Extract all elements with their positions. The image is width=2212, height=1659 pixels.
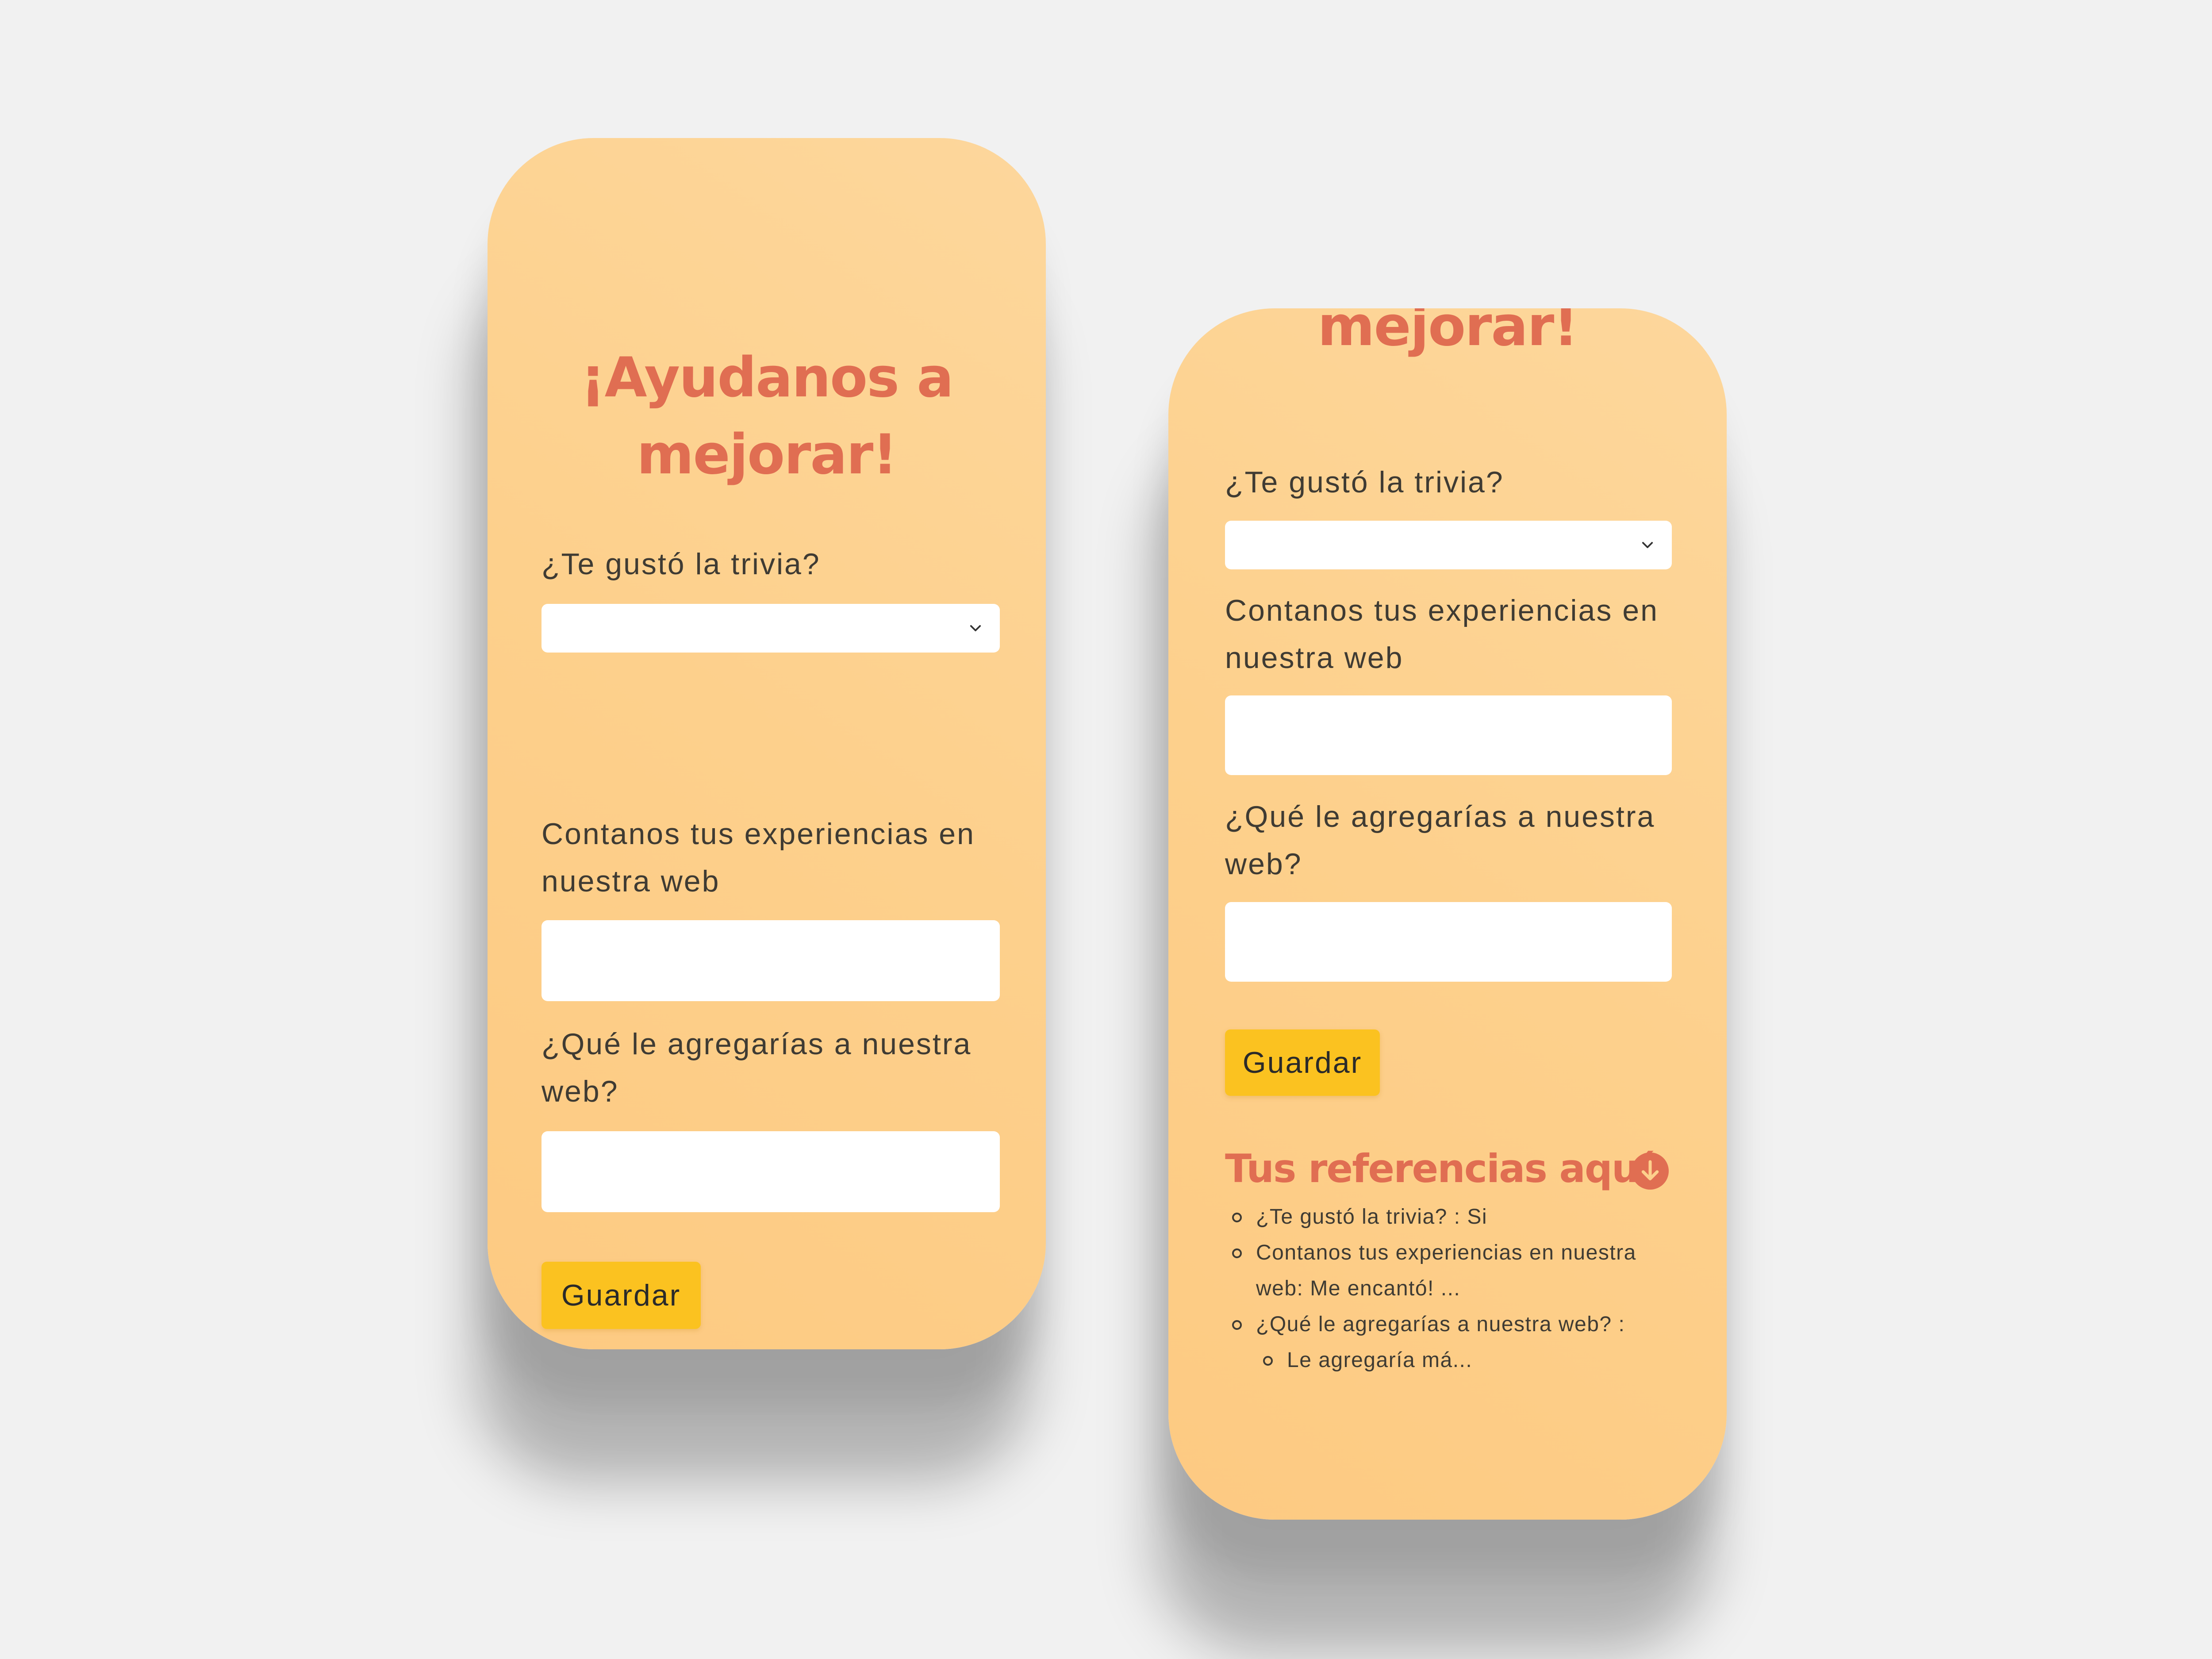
additions-question-label: ¿Qué le agregarías a nuestra web? (1225, 793, 1655, 888)
trivia-select[interactable] (1225, 521, 1672, 569)
experience-question-label: Contanos tus experiencias en nuestra web (541, 810, 975, 905)
additions-label-line-1: ¿Qué le agregarías a nuestra (1225, 800, 1655, 833)
experience-label-line-2: nuestra web (541, 864, 720, 898)
page-title-scrolled-line-2: mejorar! (1317, 308, 1578, 358)
page-title-scrolled: mejorar! (1168, 308, 1727, 365)
list-item: ¿Qué le agregarías a nuestra web? : Le a… (1225, 1306, 1681, 1378)
additions-question-label: ¿Qué le agregarías a nuestra web? (541, 1021, 972, 1115)
page-title: ¡Ayudanos a mejorar! (488, 339, 1046, 493)
trivia-question-label: ¿Te gustó la trivia? (1225, 465, 1504, 499)
experience-label-line-2: nuestra web (1225, 641, 1404, 675)
arrow-down-circle-icon[interactable] (1632, 1152, 1669, 1190)
reference-item-text-line-2: web: Me encantó! ... (1256, 1277, 1461, 1300)
chevron-down-icon (1642, 542, 1653, 548)
reference-item-text: ¿Te gustó la trivia? : Si (1256, 1205, 1488, 1229)
page-title-line-1: ¡Ayudanos a (580, 346, 954, 410)
phone-screen-form: ¡Ayudanos a mejorar! ¿Te gustó la trivia… (488, 138, 1046, 1349)
experience-label-line-1: Contanos tus experiencias en (1225, 594, 1659, 627)
reference-sub-item-text: Le agregaría má... (1287, 1348, 1473, 1372)
chevron-down-icon (970, 625, 981, 631)
additions-label-line-1: ¿Qué le agregarías a nuestra (541, 1027, 972, 1061)
phone-screen-references: mejorar! ¿Te gustó la trivia? Contanos t… (1168, 308, 1727, 1520)
experience-input[interactable] (1225, 695, 1672, 775)
additions-label-line-2: web? (541, 1075, 619, 1108)
experience-input[interactable] (541, 920, 1000, 1001)
experience-question-label: Contanos tus experiencias en nuestra web (1225, 587, 1659, 682)
save-button[interactable]: Guardar (1225, 1029, 1380, 1096)
reference-item-text-line-1: Contanos tus experiencias en nuestra (1256, 1241, 1636, 1264)
additions-input[interactable] (1225, 902, 1672, 982)
references-title: Tus referencias aquí (1225, 1146, 1652, 1191)
trivia-select[interactable] (541, 604, 1000, 653)
list-sub-item: Le agregaría má... (1256, 1342, 1681, 1378)
references-list: ¿Te gustó la trivia? : Si Contanos tus e… (1225, 1199, 1681, 1378)
additions-label-line-2: web? (1225, 847, 1302, 881)
experience-label-line-1: Contanos tus experiencias en (541, 817, 975, 851)
list-item: Contanos tus experiencias en nuestra web… (1225, 1235, 1681, 1306)
page-title-line-2: mejorar! (637, 423, 898, 487)
additions-input[interactable] (541, 1131, 1000, 1212)
trivia-question-label: ¿Te gustó la trivia? (541, 547, 821, 581)
list-item: ¿Te gustó la trivia? : Si (1225, 1199, 1681, 1235)
save-button[interactable]: Guardar (541, 1262, 701, 1329)
reference-item-text: ¿Qué le agregarías a nuestra web? : (1256, 1313, 1625, 1336)
